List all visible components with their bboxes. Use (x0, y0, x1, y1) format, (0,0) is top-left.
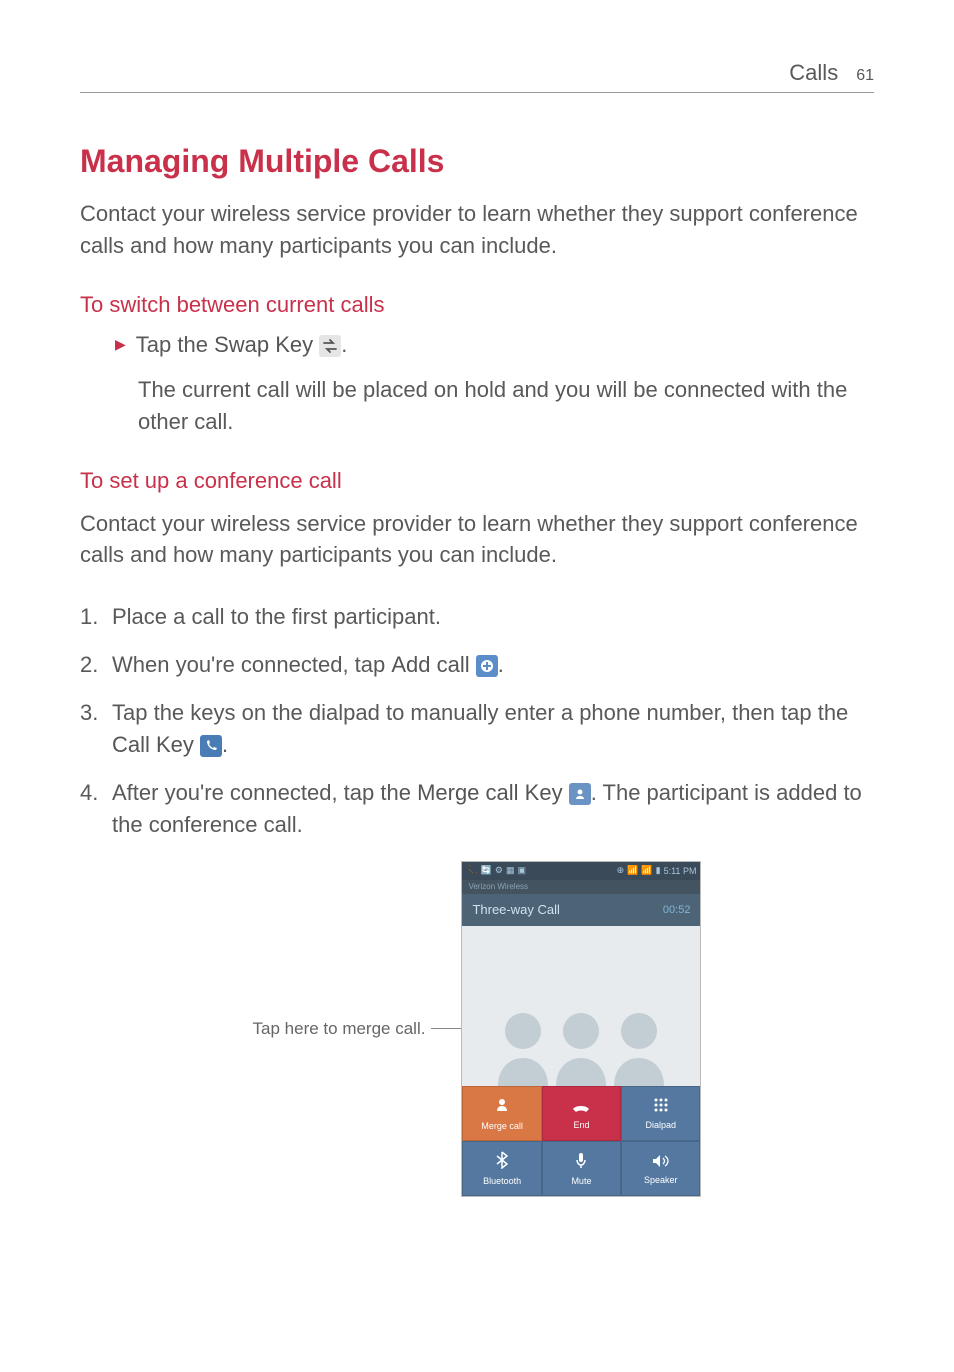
call-buttons: Merge call End Dialpad Bluetooth (462, 1086, 700, 1196)
end-btn-icon (571, 1097, 591, 1118)
swap-instruction: ▶ Tap the Swap Key . (115, 332, 874, 358)
callout-line (431, 1028, 461, 1029)
merge-btn-icon (493, 1096, 511, 1119)
sync-icon: 🔄 (481, 865, 492, 876)
add-call-icon (476, 655, 498, 677)
step-1: 1. Place a call to the first participant… (80, 601, 874, 633)
swap-instruction-text: Tap the Swap Key . (136, 332, 348, 358)
call-timer: 00:52 (663, 904, 691, 916)
carrier-bar: Verizon Wireless (462, 880, 700, 894)
step-3-num: 3. (80, 697, 98, 729)
swap-result: The current call will be placed on hold … (138, 374, 874, 438)
avatar-2 (546, 996, 616, 1086)
header-section-title: Calls (789, 60, 838, 86)
status-bar: 📞 🔄 ⚙ ▦ ▣ ⊕ 📶 📶 ▮ 5:11 PM (462, 862, 700, 880)
dialpad-button[interactable]: Dialpad (621, 1086, 700, 1141)
end-btn-label: End (573, 1120, 589, 1130)
section-switch-heading: To switch between current calls (80, 292, 874, 318)
dialpad-btn-label: Dialpad (646, 1120, 677, 1130)
header-page-number: 61 (856, 67, 874, 85)
step-3: 3. Tap the keys on the dialpad to manual… (80, 697, 874, 761)
mute-btn-icon (575, 1151, 587, 1174)
signal-icon: 📶 (641, 865, 652, 876)
call-title: Three-way Call (472, 902, 559, 917)
dialpad-btn-icon (653, 1097, 669, 1118)
conference-steps: 1. Place a call to the first participant… (80, 601, 874, 840)
phone-screenshot: 📞 🔄 ⚙ ▦ ▣ ⊕ 📶 📶 ▮ 5:11 PM Verizon Wirele… (461, 861, 701, 1197)
end-call-button[interactable]: End (542, 1086, 621, 1141)
step-2-text: When you're connected, tap Add call . (112, 649, 874, 681)
intro-paragraph: Contact your wireless service provider t… (80, 198, 874, 262)
step-2-num: 2. (80, 649, 98, 681)
mute-btn-label: Mute (571, 1176, 591, 1186)
gear-icon: ⚙ (495, 865, 503, 876)
speaker-btn-icon (652, 1152, 670, 1173)
page-title: Managing Multiple Calls (80, 143, 874, 180)
swap-key-label: Swap Key (214, 332, 319, 357)
wifi-icon: 📶 (627, 865, 638, 876)
section-conference-heading: To set up a conference call (80, 468, 874, 494)
merge-callout-label: Tap here to merge call. (253, 1019, 426, 1039)
status-right-icons: ⊕ 📶 📶 ▮ 5:11 PM (617, 865, 697, 876)
avatar-area (462, 926, 700, 1086)
status-time: 5:11 PM (664, 866, 697, 876)
speaker-btn-label: Speaker (644, 1175, 678, 1185)
call-header: Three-way Call 00:52 (462, 894, 700, 926)
call-key-label: Call Key (112, 732, 200, 757)
conference-intro: Contact your wireless service provider t… (80, 508, 874, 572)
merge-key-label: Merge call Key (417, 780, 569, 805)
step-1-text: Place a call to the first participant. (112, 601, 874, 633)
speaker-button[interactable]: Speaker (621, 1141, 700, 1196)
merge-key-icon (569, 783, 591, 805)
bullet-arrow-icon: ▶ (115, 336, 126, 353)
merge-call-button[interactable]: Merge call (462, 1086, 541, 1141)
step-1-num: 1. (80, 601, 98, 633)
merge-btn-label: Merge call (481, 1121, 523, 1131)
status-left-icons: 📞 🔄 ⚙ ▦ ▣ (466, 865, 526, 876)
mute-button[interactable]: Mute (542, 1141, 621, 1196)
bluetooth-btn-label: Bluetooth (483, 1176, 521, 1186)
step-4-text: After you're connected, tap the Merge ca… (112, 777, 874, 841)
step-3-pre: Tap the keys on the dialpad to manually … (112, 700, 848, 725)
bluetooth-btn-icon (496, 1151, 508, 1174)
phone-icon: 📞 (466, 865, 477, 876)
step-3-post: . (222, 732, 228, 757)
step-4-pre: After you're connected, tap the (112, 780, 417, 805)
screenshot-area: Tap here to merge call. 📞 🔄 ⚙ ▦ ▣ ⊕ 📶 📶 … (80, 861, 874, 1197)
page-header: Calls 61 (80, 60, 874, 93)
bluetooth-button[interactable]: Bluetooth (462, 1141, 541, 1196)
gps-icon: ⊕ (617, 865, 625, 876)
swap-key-icon (319, 335, 341, 357)
calendar-icon: ▦ (506, 865, 515, 876)
camera-icon: ▣ (517, 865, 526, 876)
step-2-pre: When you're connected, tap (112, 652, 391, 677)
battery-icon: ▮ (656, 865, 661, 876)
call-key-icon (200, 735, 222, 757)
swap-suffix: . (341, 332, 347, 357)
step-2-post: . (498, 652, 504, 677)
add-call-label: Add call (391, 652, 475, 677)
step-4: 4. After you're connected, tap the Merge… (80, 777, 874, 841)
swap-prefix: Tap the (136, 332, 214, 357)
step-3-text: Tap the keys on the dialpad to manually … (112, 697, 874, 761)
step-4-num: 4. (80, 777, 98, 809)
step-2: 2. When you're connected, tap Add call . (80, 649, 874, 681)
